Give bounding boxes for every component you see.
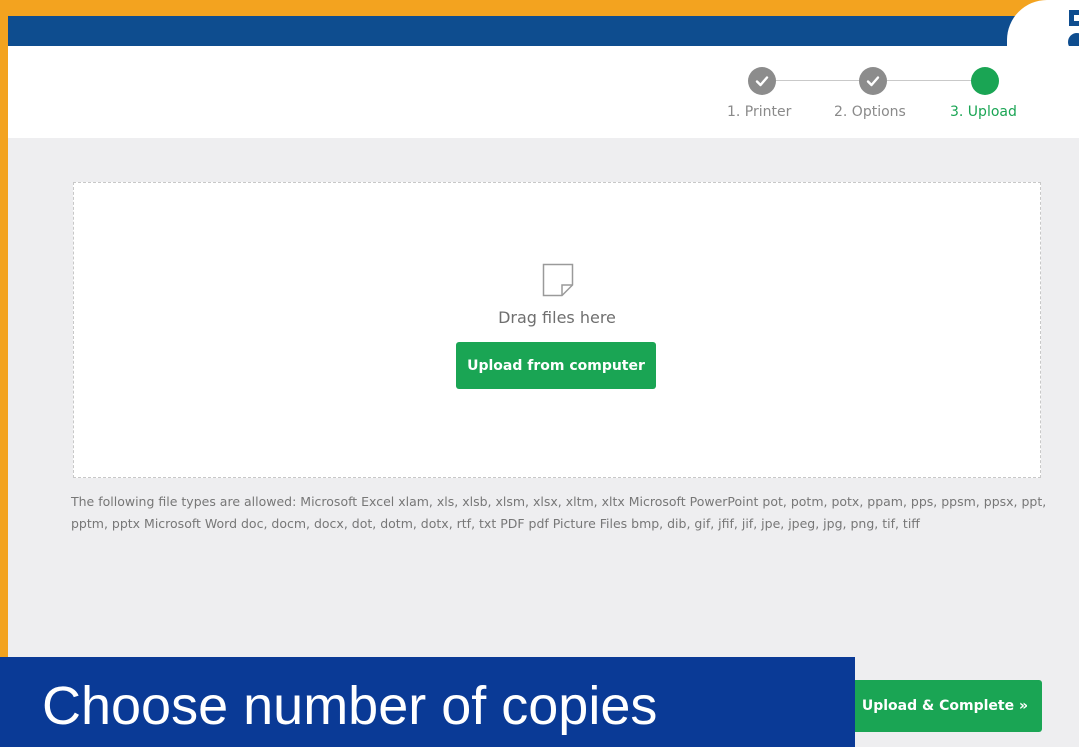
allowed-file-types-text: The following file types are allowed: Mi… [71, 494, 1047, 531]
file-dropzone[interactable]: Drag files here Upload from computer [73, 182, 1041, 478]
file-icon [542, 263, 574, 297]
step-connector [775, 80, 860, 81]
step-2-check-icon [859, 67, 887, 95]
drag-files-text: Drag files here [498, 308, 616, 327]
step-label-upload: 3. Upload [950, 104, 1017, 120]
step-connector [887, 80, 972, 81]
step-3-active-icon [971, 67, 999, 95]
brand-logo-icon [1068, 10, 1079, 51]
caption-text: Choose number of copies [42, 676, 658, 736]
upload-from-computer-button[interactable]: Upload from computer [456, 342, 656, 389]
app-frame: 1. Printer 2. Options 3. Upload Drag fil… [8, 0, 1079, 747]
upload-complete-button[interactable]: Upload & Complete » [844, 680, 1042, 732]
progress-stepper: 1. Printer 2. Options 3. Upload [8, 46, 1079, 138]
top-accent-bar [8, 0, 1079, 16]
stepper-header: 1. Printer 2. Options 3. Upload [8, 46, 1079, 138]
top-header-bar [8, 16, 1079, 46]
step-label-options[interactable]: 2. Options [834, 104, 906, 120]
step-1-check-icon [748, 67, 776, 95]
step-label-printer[interactable]: 1. Printer [727, 104, 791, 120]
